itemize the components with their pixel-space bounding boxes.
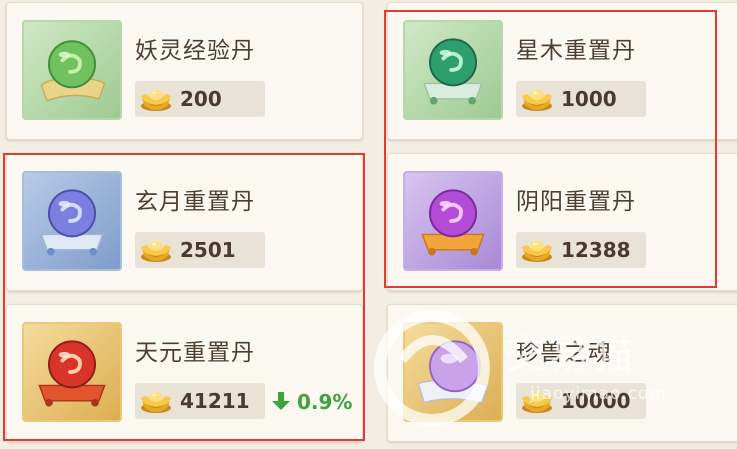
price-box: 41211 [135,383,265,419]
gold-ingot-icon [520,236,554,264]
item-name: 玄月重置丹 [135,189,255,215]
arrow-down-icon [272,392,290,410]
price-value: 2501 [180,238,236,262]
gold-ingot-icon [139,236,173,264]
gold-ingot-icon [139,387,173,415]
pill-orb-icon [22,20,122,120]
pill-orb-icon [22,322,122,422]
pill-orb-icon [403,171,503,271]
price-value: 200 [180,87,222,111]
price-trend: 0.9% [272,390,352,414]
pill-orb-icon [22,171,122,271]
pill-orb-icon [403,20,503,120]
item-name: 妖灵经验丹 [135,38,255,64]
item-card-yaoling[interactable]: 妖灵经验丹 200 [6,2,363,140]
price-box: 1000 [516,81,646,117]
gold-ingot-icon [139,85,173,113]
item-card-tianyuan[interactable]: 天元重置丹 41211 0.9% [6,304,363,442]
price-box: 12388 [516,232,646,268]
item-name: 珍兽之魂 [516,340,612,366]
item-name: 星木重置丹 [516,38,636,64]
item-card-zhenshou[interactable]: 珍兽之魂 10000 [387,304,737,442]
price-value: 12388 [561,238,631,262]
item-name: 天元重置丹 [135,340,255,366]
price-value: 1000 [561,87,617,111]
soul-orb-icon [403,322,503,422]
item-card-xuanyue[interactable]: 玄月重置丹 2501 [6,153,363,291]
price-box: 10000 [516,383,646,419]
price-box: 200 [135,81,265,117]
price-value: 10000 [561,389,631,413]
gold-ingot-icon [520,85,554,113]
gold-ingot-icon [520,387,554,415]
price-box: 2501 [135,232,265,268]
trend-value: 0.9% [296,390,353,414]
item-card-xingmu[interactable]: 星木重置丹 1000 [387,2,737,140]
item-name: 阴阳重置丹 [516,189,636,215]
item-card-yinyang[interactable]: 阴阳重置丹 12388 [387,153,737,291]
price-value: 41211 [180,389,250,413]
